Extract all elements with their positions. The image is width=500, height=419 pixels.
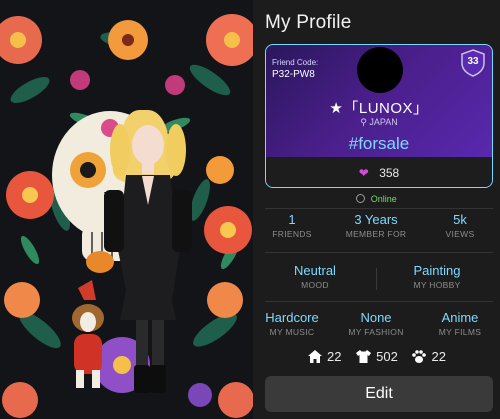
films-value: Anime xyxy=(441,310,479,325)
mood-label: MOOD xyxy=(301,280,329,290)
divider xyxy=(265,301,493,302)
pets-count: 22 xyxy=(431,349,446,364)
status-text: Online xyxy=(370,194,397,204)
divider xyxy=(265,208,493,209)
location-pin-icon: ⚲ xyxy=(360,117,367,127)
mood-value: Neutral xyxy=(294,263,336,278)
stat-hobby: Painting MY HOBBY xyxy=(389,263,485,290)
floral-background xyxy=(0,0,253,419)
country-name: JAPAN xyxy=(369,117,398,127)
edit-button[interactable]: Edit xyxy=(265,376,493,412)
stat-mood: Neutral MOOD xyxy=(267,263,363,290)
friend-code-label: Friend Code: xyxy=(272,58,319,67)
member-label: MEMBER FOR xyxy=(345,229,407,239)
hobby-label: MY HOBBY xyxy=(413,280,461,290)
fashion-value: None xyxy=(360,310,392,325)
divider xyxy=(376,268,377,290)
likes-count[interactable]: ❤ 358 xyxy=(266,166,492,180)
rooms-count: 22 xyxy=(327,349,342,364)
views-label: VIEWS xyxy=(445,229,475,239)
stat-views: 5k VIEWS xyxy=(419,212,500,239)
profile-tag: #forsale xyxy=(348,134,410,153)
friends-value: 1 xyxy=(288,212,296,227)
online-status: Online xyxy=(253,194,500,204)
avatar-artwork xyxy=(0,0,253,419)
house-icon xyxy=(308,350,323,363)
stat-friends[interactable]: 1 FRIENDS xyxy=(251,212,333,239)
location: ⚲ JAPAN xyxy=(266,117,492,128)
likes-value: 358 xyxy=(379,166,400,180)
avatar[interactable] xyxy=(357,47,403,93)
paw-icon xyxy=(412,350,427,363)
fashion-label: MY FASHION xyxy=(348,327,404,337)
films-label: MY FILMS xyxy=(438,327,482,337)
collection-counts: 22 502 22 xyxy=(253,349,500,364)
username: ★「LUNOX」 xyxy=(329,100,429,117)
outfits-count: 502 xyxy=(376,349,398,364)
clock-icon xyxy=(356,194,366,203)
member-value: 3 Years xyxy=(354,212,398,227)
profile-card: Friend Code: P32-PW8 33 ★「LUNOX」 ⚲ JAPAN… xyxy=(265,44,493,188)
shirt-icon xyxy=(356,350,372,363)
friends-label: FRIENDS xyxy=(272,229,312,239)
stat-films: Anime MY FILMS xyxy=(419,310,500,337)
level-value: 33 xyxy=(467,56,479,67)
hobby-value: Painting xyxy=(413,263,461,278)
profile-panel: My Profile Friend Code: P32-PW8 33 ★「LUN… xyxy=(253,0,500,419)
heart-icon: ❤ xyxy=(358,166,369,180)
views-value: 5k xyxy=(453,212,467,227)
level-badge[interactable]: 33 xyxy=(460,49,486,77)
music-value: Hardcore xyxy=(265,310,319,325)
page-title: My Profile xyxy=(265,12,352,33)
friend-code[interactable]: P32-PW8 xyxy=(272,69,315,80)
music-label: MY MUSIC xyxy=(269,327,315,337)
stat-member-for: 3 Years MEMBER FOR xyxy=(335,212,417,239)
divider xyxy=(265,252,493,253)
stat-fashion: None MY FASHION xyxy=(335,310,417,337)
stat-music: Hardcore MY MUSIC xyxy=(251,310,333,337)
